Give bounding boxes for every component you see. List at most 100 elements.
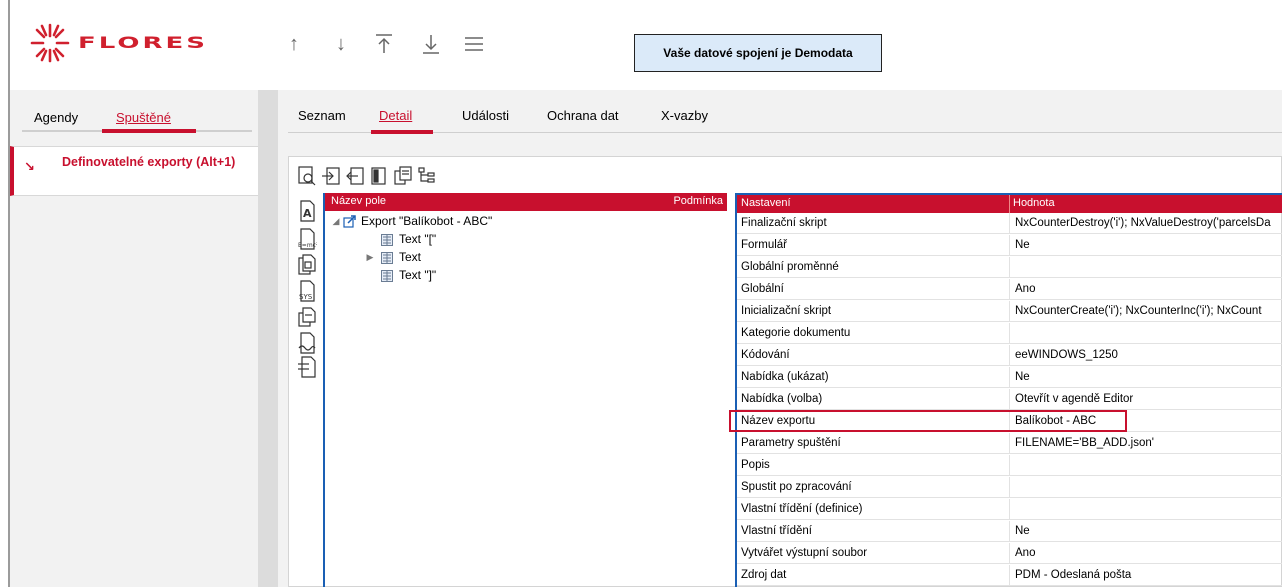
tree-row[interactable]: ▶ Text [325, 248, 727, 266]
property-key: Vytvářet výstupní soubor [741, 547, 868, 559]
property-row[interactable]: Zdroj dat PDM - Odeslaná pošta [737, 565, 1282, 586]
column-header-podminka[interactable]: Podmínka [673, 195, 723, 207]
main-area: Seznam Detail Události Ochrana dat X-vaz… [278, 90, 1282, 587]
tab-seznam[interactable]: Seznam [298, 108, 346, 123]
column-separator[interactable] [1009, 195, 1010, 213]
property-key: Název exportu [741, 415, 816, 427]
tree-icon[interactable] [417, 165, 437, 187]
loop-field-icon[interactable] [296, 331, 318, 355]
logo-text: FLORES [78, 33, 209, 53]
copy-icon[interactable] [393, 165, 413, 187]
splitter[interactable] [258, 90, 278, 587]
tab-ochrana-dat[interactable]: Ochrana dat [547, 108, 619, 123]
active-tab-indicator [371, 130, 433, 134]
column-separator [1009, 521, 1010, 541]
tab-x-vazby[interactable]: X-vazby [661, 108, 708, 123]
property-row[interactable]: Kódování eeWINDOWS_1250 [737, 345, 1282, 366]
tab-detail[interactable]: Detail [379, 108, 412, 123]
property-row[interactable]: Vlastní třídění (definice) [737, 499, 1282, 520]
property-value[interactable]: FILENAME='BB_ADD.json' [1015, 433, 1282, 453]
tree-row[interactable]: Text "]" [325, 266, 727, 284]
property-row[interactable]: Název exportu Balíkobot - ABC [737, 411, 1282, 432]
property-row[interactable]: Spustit po zpracování [737, 477, 1282, 498]
flores-starburst-icon [30, 23, 70, 63]
property-row[interactable]: Finalizační skript NxCounterDestroy('i');… [737, 213, 1282, 234]
property-row[interactable]: Vytvářet výstupní soubor Ano [737, 543, 1282, 564]
property-key: Zdroj dat [741, 569, 787, 581]
formula-icon[interactable]: E=mc² [296, 227, 318, 251]
import-icon[interactable] [321, 165, 341, 187]
column-separator [1009, 367, 1010, 387]
property-row[interactable]: Nabídka (ukázat) Ne [737, 367, 1282, 388]
expand-icon[interactable]: ▶ [365, 248, 375, 266]
tab-spustene[interactable]: Spuštěné [116, 110, 171, 125]
text-icon [381, 251, 393, 264]
tree-row-label: Text [399, 250, 422, 264]
arrow-down-icon[interactable]: ↓ [330, 32, 352, 56]
column-separator [1009, 345, 1010, 365]
text-field-icon[interactable]: A [296, 199, 318, 223]
property-value[interactable]: NxCounterCreate('i'); NxCounterInc('i');… [1015, 301, 1282, 321]
preview-icon[interactable] [297, 165, 317, 187]
property-key: Finalizační skript [741, 217, 827, 229]
property-value[interactable]: Ne [1015, 521, 1282, 541]
tree-row[interactable]: Text "[" [325, 230, 727, 248]
property-row[interactable]: Kategorie dokumentu [737, 323, 1282, 344]
collapse-icon[interactable]: ◢ [331, 212, 341, 230]
property-header: Nastavení Hodnota [737, 195, 1282, 213]
copy-field-icon[interactable] [296, 305, 318, 329]
property-value[interactable]: Ne [1015, 367, 1282, 387]
arrow-to-top-icon[interactable] [373, 32, 395, 56]
property-key: Vlastní třídění [741, 525, 812, 537]
property-value[interactable]: Ano [1015, 279, 1282, 299]
system-field-icon[interactable]: SYS [296, 279, 318, 303]
detail-panel: A E=mc² SYS Název pole Podmínka ◢ Export… [288, 156, 1282, 587]
property-row[interactable]: Globální Ano [737, 279, 1282, 300]
column-separator [1009, 213, 1010, 233]
column-header-hodnota[interactable]: Hodnota [1013, 197, 1055, 209]
align-field-icon[interactable] [296, 355, 318, 379]
property-key: Kategorie dokumentu [741, 327, 851, 339]
property-value[interactable]: Balíkobot - ABC [1015, 411, 1282, 431]
property-key: Formulář [741, 239, 788, 251]
property-row[interactable]: Parametry spuštění FILENAME='BB_ADD.json' [737, 433, 1282, 454]
column-header-nazev-pole[interactable]: Název pole [331, 195, 386, 207]
tree-row[interactable]: ◢ Export "Balíkobot - ABC" [325, 212, 727, 230]
text-icon [381, 233, 393, 246]
arrow-up-icon[interactable]: ↑ [283, 32, 305, 56]
tab-udalosti[interactable]: Události [462, 108, 509, 123]
tree-row-label: Text "[" [399, 232, 437, 246]
property-value[interactable]: eeWINDOWS_1250 [1015, 345, 1282, 365]
menu-icon[interactable] [463, 32, 485, 56]
sidebar-item-definovatelne-exporty[interactable]: ↘ Definovatelné exporty (Alt+1) [10, 146, 258, 196]
page-icon[interactable] [369, 165, 389, 187]
export-icon [343, 215, 356, 228]
property-row[interactable]: Formulář Ne [737, 235, 1282, 256]
column-header-nastaveni[interactable]: Nastavení [741, 197, 791, 209]
property-row[interactable]: Vlastní třídění Ne [737, 521, 1282, 542]
property-row[interactable]: Inicializační skript NxCounterCreate('i')… [737, 301, 1282, 322]
arrow-down-right-icon: ↘ [24, 159, 35, 174]
arrow-to-bottom-icon[interactable] [420, 32, 442, 56]
property-key: Inicializační skript [741, 305, 832, 317]
property-key: Kódování [741, 349, 790, 361]
tab-agendy[interactable]: Agendy [34, 110, 78, 125]
property-row[interactable]: Nabídka (volba) Otevřít v agendě Editor [737, 389, 1282, 410]
export-icon[interactable] [345, 165, 365, 187]
property-value[interactable]: NxCounterDestroy('i'); NxValueDestroy('p… [1015, 213, 1282, 233]
property-key: Globální proměnné [741, 261, 839, 273]
connection-banner: Vaše datové spojení je Demodata [634, 34, 882, 72]
column-separator [1009, 323, 1010, 343]
file-field-icon[interactable] [296, 253, 318, 277]
property-row[interactable]: Globální proměnné [737, 257, 1282, 278]
property-row[interactable]: Popis [737, 455, 1282, 476]
svg-text:SYS: SYS [299, 293, 313, 301]
column-separator [1009, 411, 1010, 431]
property-value[interactable]: PDM - Odeslaná pošta [1015, 565, 1282, 585]
property-value[interactable]: Otevřít v agendě Editor [1015, 389, 1282, 409]
property-grid: Nastavení Hodnota Finalizační skript NxCo… [729, 193, 1282, 587]
fields-tree: Název pole Podmínka ◢ Export "Balíkobot … [323, 193, 727, 587]
property-value[interactable]: Ano [1015, 543, 1282, 563]
property-value[interactable]: Ne [1015, 235, 1282, 255]
left-tabs: Agendy Spuštěné [10, 90, 258, 140]
